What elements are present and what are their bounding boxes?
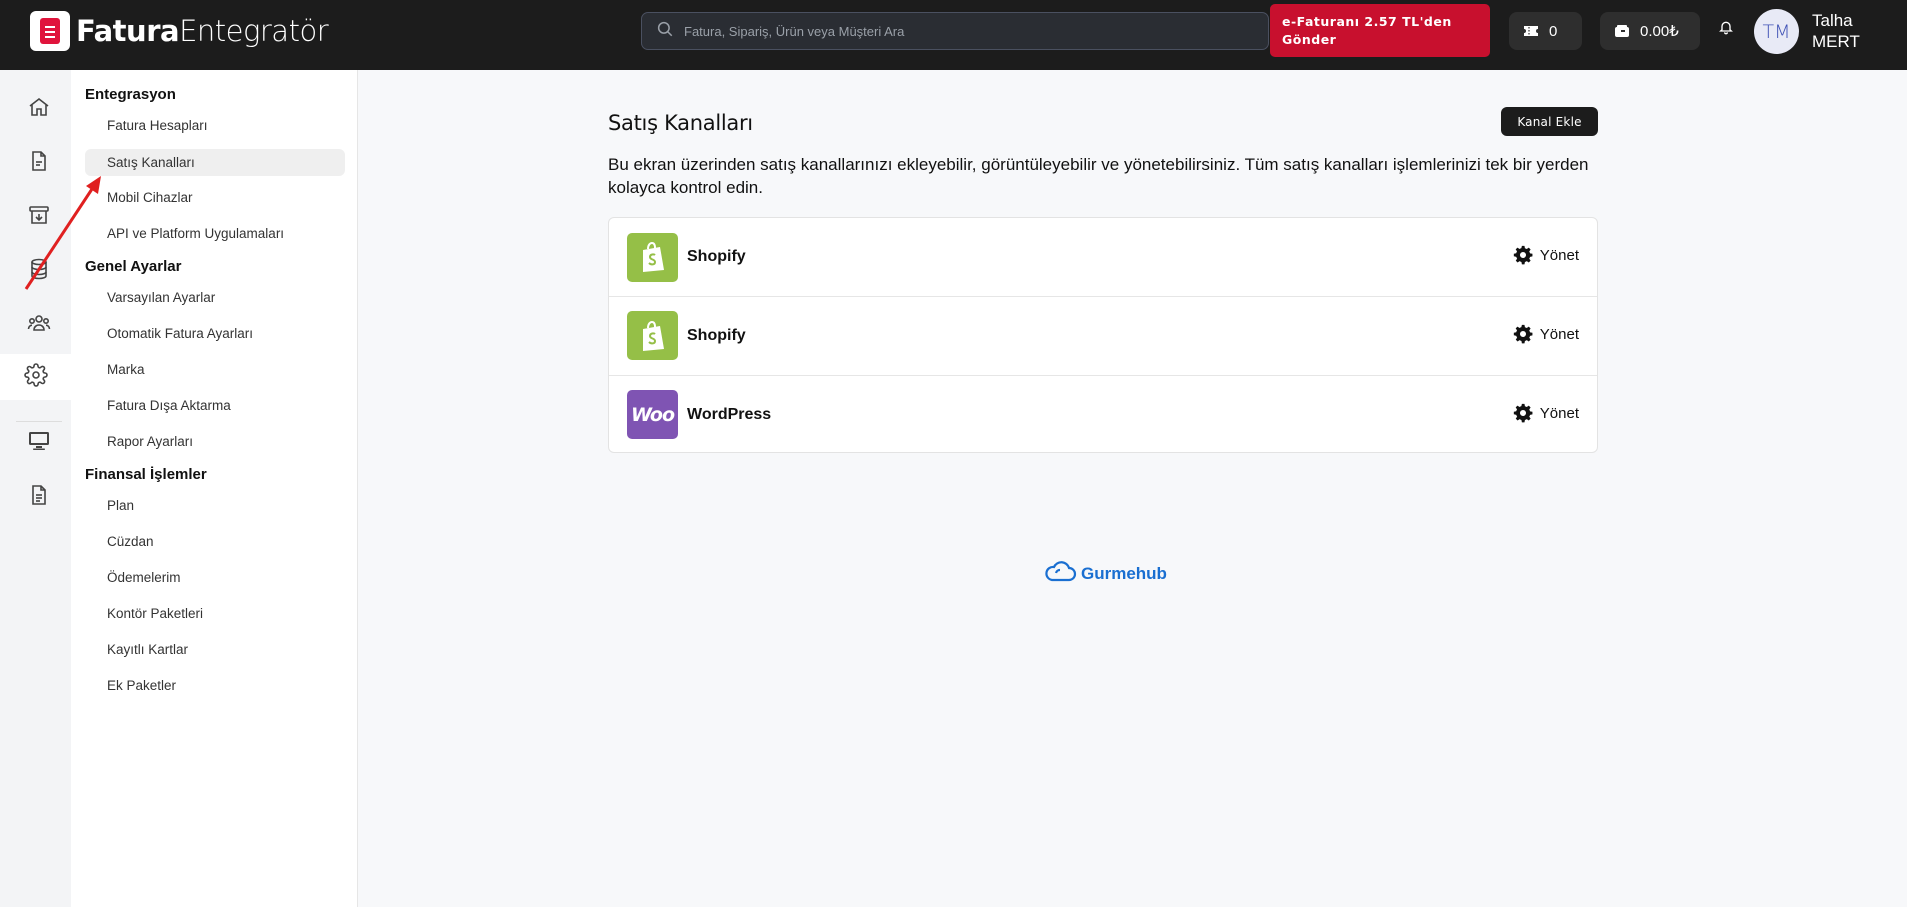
wallet-icon <box>1614 24 1630 38</box>
nav-item-marka[interactable]: Marka <box>85 356 345 383</box>
manage-label: Yönet <box>1539 246 1579 264</box>
nav-item-kayitli-kartlar[interactable]: Kayıtlı Kartlar <box>85 636 345 663</box>
manage-label: Yönet <box>1539 404 1579 422</box>
database-icon[interactable] <box>20 250 58 288</box>
nav-item-ek-paketler[interactable]: Ek Paketler <box>85 672 345 699</box>
gear-icon <box>1512 323 1534 345</box>
search-icon <box>656 20 674 43</box>
credits-pill[interactable]: 0 <box>1509 12 1582 50</box>
file-text-icon[interactable] <box>20 476 58 514</box>
nav-item-satis-kanallari[interactable]: Satış Kanalları <box>85 149 345 176</box>
nav-item-kontor-paketleri[interactable]: Kontör Paketleri <box>85 600 345 627</box>
users-icon[interactable] <box>20 304 58 342</box>
gear-icon <box>1512 244 1534 266</box>
nav-item-odemelerim[interactable]: Ödemelerim <box>85 564 345 591</box>
channel-name: Shopify <box>687 326 746 344</box>
gurmehub-label: Gurmehub <box>1081 563 1167 583</box>
channel-name: Shopify <box>687 248 746 265</box>
manage-button[interactable]: Yönet <box>1512 402 1579 424</box>
nav-item-rapor-ayarlari[interactable]: Rapor Ayarları <box>85 428 345 455</box>
channel-name: WordPress <box>687 405 772 423</box>
promo-banner[interactable]: e-Faturanı 2.57 TL'den Gönder <box>1270 4 1490 57</box>
promo-line2: Gönder <box>1282 32 1337 47</box>
icon-rail <box>0 70 71 907</box>
section-title-finansal: Finansal İşlemler <box>85 466 207 483</box>
app-logo[interactable]: FaturaEntegratör <box>30 10 329 52</box>
promo-line1: e-Faturanı 2.57 TL'den <box>1282 14 1452 29</box>
section-title-genel-ayarlar: Genel Ayarlar <box>85 258 182 275</box>
manage-label: Yönet <box>1539 325 1579 343</box>
credits-count: 0 <box>1549 22 1558 40</box>
cloud-icon <box>1043 559 1081 588</box>
manage-button[interactable]: Yönet <box>1512 244 1579 266</box>
add-channel-button[interactable]: Kanal Ekle <box>1501 107 1598 136</box>
channel-list: Shopify Yönet Shopify Yönet Woo WordPres… <box>608 217 1598 453</box>
logo-icon <box>30 11 70 51</box>
logo-text: FaturaEntegratör <box>76 14 329 48</box>
manage-button[interactable]: Yönet <box>1512 323 1579 345</box>
settings-icon <box>23 362 48 392</box>
nav-item-api-platform[interactable]: API ve Platform Uygulamaları <box>85 220 345 247</box>
archive-download-icon[interactable] <box>20 196 58 234</box>
nav-item-plan[interactable]: Plan <box>85 492 345 519</box>
nav-item-fatura-hesaplari[interactable]: Fatura Hesapları <box>85 112 345 139</box>
monitor-icon[interactable] <box>20 422 58 460</box>
nav-item-otomatik-fatura[interactable]: Otomatik Fatura Ayarları <box>85 320 345 347</box>
nav-item-mobil-cihazlar[interactable]: Mobil Cihazlar <box>85 184 345 211</box>
settings-nav-active[interactable] <box>0 354 71 400</box>
channel-row[interactable]: Shopify Yönet <box>609 296 1597 374</box>
user-name[interactable]: Talha MERT <box>1812 10 1860 52</box>
avatar[interactable]: TM <box>1754 9 1799 54</box>
bell-icon[interactable] <box>1718 18 1734 41</box>
settings-subnav: Entegrasyon Fatura Hesapları Satış Kanal… <box>71 70 358 907</box>
user-first-name: Talha <box>1812 11 1853 30</box>
page-description: Bu ekran üzerinden satış kanallarınızı e… <box>608 155 1589 197</box>
search-bar[interactable] <box>641 12 1269 50</box>
gear-icon <box>1512 402 1534 424</box>
search-input[interactable] <box>684 23 1244 39</box>
top-bar: FaturaEntegratör e-Faturanı 2.57 TL'den … <box>0 0 1907 70</box>
wallet-balance: 0.00₺ <box>1640 23 1679 40</box>
page-title: Satış Kanalları <box>608 111 753 135</box>
woocommerce-icon: Woo <box>627 390 678 439</box>
channel-row[interactable]: Woo WordPress Yönet <box>609 375 1597 453</box>
nav-item-fatura-disa-aktarma[interactable]: Fatura Dışa Aktarma <box>85 392 345 419</box>
channel-row[interactable]: Shopify Yönet <box>609 218 1597 296</box>
user-last-name: MERT <box>1812 32 1860 51</box>
gurmehub-link[interactable]: Gurmehub <box>1043 559 1167 588</box>
nav-item-cuzdan[interactable]: Cüzdan <box>85 528 345 555</box>
wallet-pill[interactable]: 0.00₺ <box>1600 12 1700 50</box>
ticket-icon <box>1523 24 1539 38</box>
shopify-icon <box>627 311 678 360</box>
document-icon[interactable] <box>20 142 58 180</box>
shopify-icon <box>627 232 678 282</box>
nav-item-varsayilan-ayarlar[interactable]: Varsayılan Ayarlar <box>85 284 345 311</box>
section-title-entegrasyon: Entegrasyon <box>85 86 176 103</box>
home-icon[interactable] <box>20 88 58 126</box>
